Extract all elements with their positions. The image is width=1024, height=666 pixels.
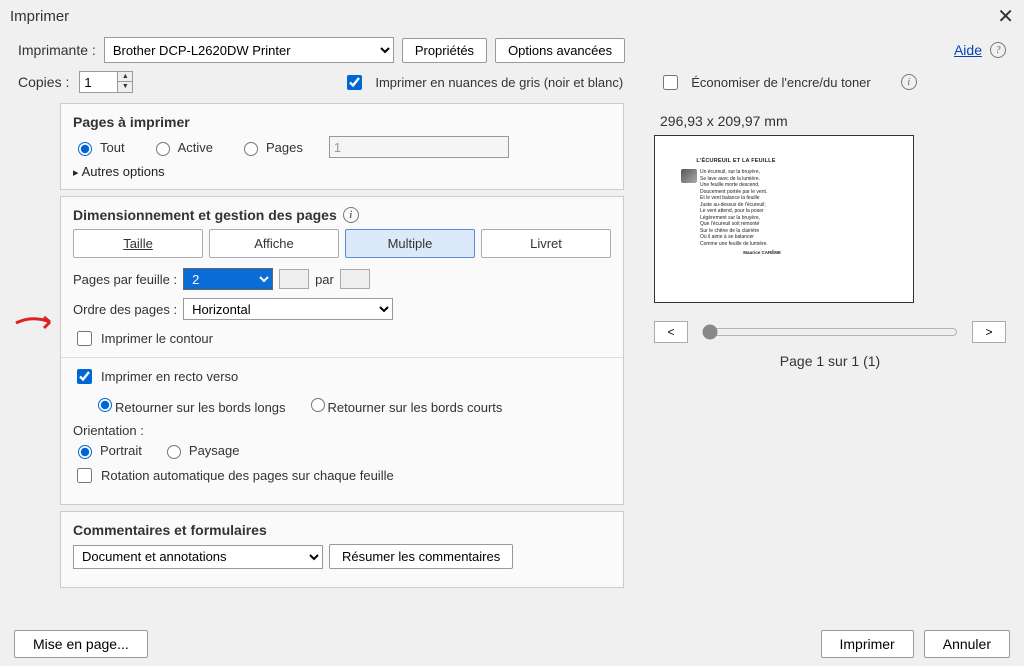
autorotate-checkbox[interactable] bbox=[77, 468, 92, 483]
duplex-label: Imprimer en recto verso bbox=[101, 369, 238, 384]
preview-doc-author: Maurice CARÊME bbox=[681, 250, 791, 256]
ppf-custom-y bbox=[340, 269, 370, 289]
print-border-label: Imprimer le contour bbox=[101, 331, 213, 346]
portrait-radio[interactable] bbox=[78, 445, 92, 459]
next-page-button[interactable]: > bbox=[972, 321, 1006, 343]
printer-label: Imprimante : bbox=[18, 42, 96, 58]
flip-short-label: Retourner sur les bords courts bbox=[328, 400, 503, 415]
pages-active-label: Active bbox=[178, 140, 213, 155]
pages-per-sheet-select[interactable]: 2 bbox=[183, 268, 273, 290]
page-setup-button[interactable]: Mise en page... bbox=[14, 630, 148, 658]
grayscale-label: Imprimer en nuances de gris (noir et bla… bbox=[375, 75, 623, 90]
comments-title: Commentaires et formulaires bbox=[73, 522, 611, 538]
pages-to-print-title: Pages à imprimer bbox=[73, 114, 611, 130]
portrait-label: Portrait bbox=[100, 443, 142, 458]
dialog-title: Imprimer bbox=[10, 8, 69, 25]
page-indicator: Page 1 sur 1 (1) bbox=[654, 353, 1006, 369]
printer-select[interactable]: Brother DCP-L2620DW Printer bbox=[104, 37, 394, 63]
cancel-button[interactable]: Annuler bbox=[924, 630, 1010, 658]
prev-page-button[interactable]: < bbox=[654, 321, 688, 343]
page-order-label: Ordre des pages : bbox=[73, 302, 177, 317]
preview-thumb-image bbox=[681, 169, 697, 183]
pages-range-input bbox=[329, 136, 509, 158]
landscape-radio[interactable] bbox=[167, 445, 181, 459]
copies-spinner[interactable]: ▲▼ bbox=[117, 71, 133, 93]
duplex-checkbox[interactable] bbox=[77, 369, 92, 384]
pages-range-radio[interactable] bbox=[244, 142, 258, 156]
save-ink-label: Économiser de l'encre/du toner bbox=[691, 75, 871, 90]
pages-all-radio[interactable] bbox=[78, 142, 92, 156]
summarize-comments-button[interactable]: Résumer les commentaires bbox=[329, 544, 513, 569]
help-link[interactable]: Aide bbox=[954, 42, 982, 58]
preview-doc-title: L'ÉCUREUIL ET LA FEUILLE bbox=[681, 158, 791, 165]
tab-size[interactable]: Taille bbox=[73, 229, 203, 258]
preview-doc-body: Un écureuil, sur la bruyère,Se lave avec… bbox=[700, 169, 768, 247]
tab-booklet[interactable]: Livret bbox=[481, 229, 611, 258]
copies-input[interactable] bbox=[79, 71, 117, 93]
sizing-info-icon[interactable]: i bbox=[343, 207, 359, 223]
page-order-select[interactable]: Horizontal bbox=[183, 298, 393, 320]
pages-active-radio[interactable] bbox=[156, 142, 170, 156]
advanced-options-button[interactable]: Options avancées bbox=[495, 38, 625, 63]
annotation-arrow-icon bbox=[14, 312, 58, 340]
flip-short-radio[interactable] bbox=[311, 398, 325, 412]
ink-info-icon[interactable]: i bbox=[901, 74, 917, 90]
print-border-checkbox[interactable] bbox=[77, 331, 92, 346]
print-button[interactable]: Imprimer bbox=[821, 630, 914, 658]
paper-dimensions: 296,93 x 209,97 mm bbox=[654, 113, 1006, 129]
copies-label: Copies : bbox=[18, 74, 69, 90]
orientation-label: Orientation : bbox=[73, 423, 611, 438]
flip-long-radio[interactable] bbox=[98, 398, 112, 412]
ppf-par-label: par bbox=[315, 272, 334, 287]
ppf-custom-x bbox=[279, 269, 309, 289]
close-icon[interactable]: ✕ bbox=[997, 4, 1014, 29]
tab-multiple[interactable]: Multiple bbox=[345, 229, 475, 258]
ppf-label: Pages par feuille : bbox=[73, 272, 177, 287]
help-info-icon[interactable]: ? bbox=[990, 42, 1006, 58]
more-options-expander[interactable]: Autres options bbox=[73, 164, 611, 179]
landscape-label: Paysage bbox=[189, 443, 240, 458]
preview-zoom-slider[interactable] bbox=[702, 324, 958, 340]
properties-button[interactable]: Propriétés bbox=[402, 38, 487, 63]
save-ink-checkbox[interactable] bbox=[663, 75, 678, 90]
autorotate-label: Rotation automatique des pages sur chaqu… bbox=[101, 468, 394, 483]
print-preview: L'ÉCUREUIL ET LA FEUILLE Un écureuil, su… bbox=[654, 135, 914, 303]
flip-long-label: Retourner sur les bords longs bbox=[115, 400, 286, 415]
tab-poster[interactable]: Affiche bbox=[209, 229, 339, 258]
grayscale-checkbox[interactable] bbox=[347, 75, 362, 90]
pages-range-label: Pages bbox=[266, 140, 303, 155]
pages-all-label: Tout bbox=[100, 140, 125, 155]
sizing-title: Dimensionnement et gestion des pages bbox=[73, 207, 337, 223]
comments-select[interactable]: Document et annotations bbox=[73, 545, 323, 569]
